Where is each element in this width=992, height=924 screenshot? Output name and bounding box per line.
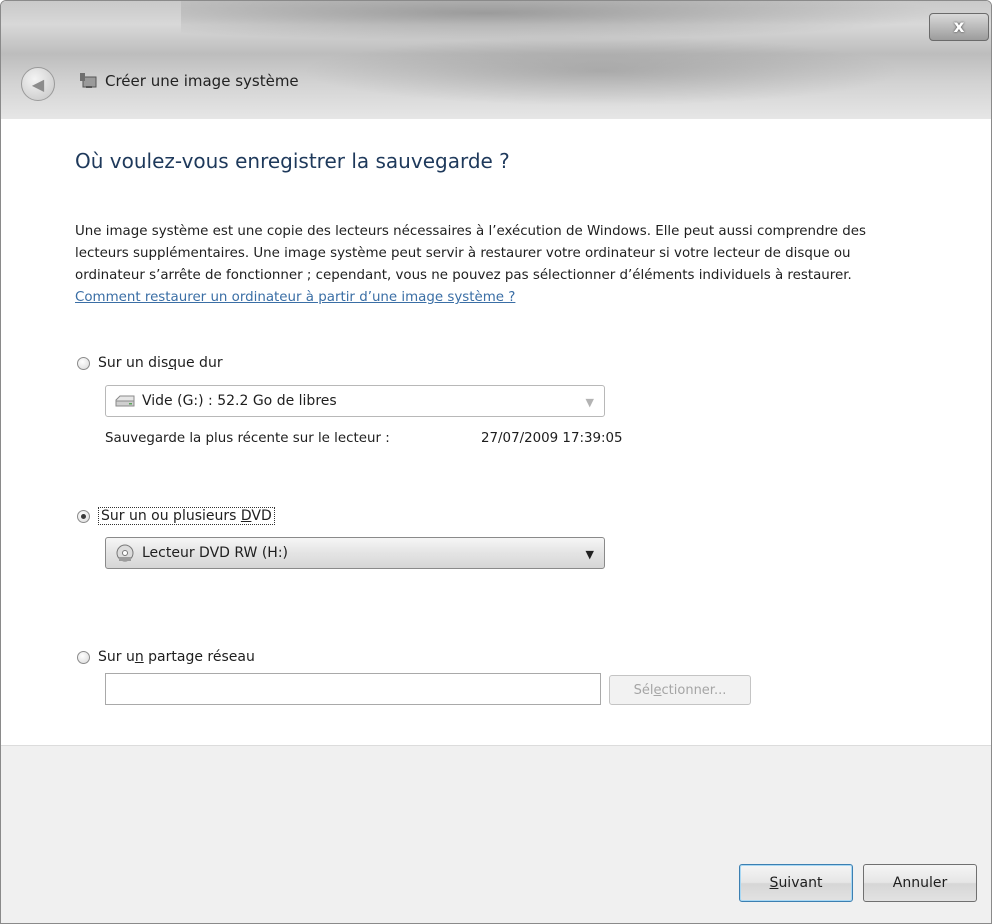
option-network-share-label: Sur un partage réseau [98, 649, 255, 665]
wizard-footer: Suivant Annuler [1, 745, 991, 923]
help-link[interactable]: Comment restaurer un ordinateur à partir… [75, 290, 515, 305]
create-system-image-window: x ◀ Créer une image système Où voulez-vo… [0, 0, 992, 924]
option-hard-disk[interactable]: Sur un disque dur [77, 355, 223, 371]
option-network-share[interactable]: Sur un partage réseau [77, 649, 255, 665]
description-text: Une image système est une copie des lect… [75, 221, 915, 309]
dvd-drive-icon [114, 544, 136, 562]
aero-glass-blur [181, 1, 941, 41]
hard-disk-dropdown-value: Vide (G:) : 52.2 Go de libres [142, 393, 337, 409]
last-backup-label: Sauvegarde la plus récente sur le lecteu… [105, 431, 390, 446]
back-button[interactable]: ◀ [21, 67, 55, 101]
hard-drive-icon [114, 393, 136, 409]
window-title: Créer une image système [105, 72, 299, 90]
description-body: Une image système est une copie des lect… [75, 224, 866, 283]
next-button[interactable]: Suivant [739, 864, 853, 902]
title-bar: x ◀ Créer une image système [1, 1, 991, 119]
select-network-button[interactable]: Sél e ctionner... [609, 675, 751, 705]
network-path-input[interactable] [105, 673, 601, 705]
option-hard-disk-label: Sur un disque dur [98, 355, 223, 371]
radio-hard-disk[interactable] [77, 356, 90, 370]
aero-glass-blur [301, 36, 901, 106]
chevron-down-icon: ▼ [585, 396, 594, 409]
dvd-dropdown[interactable]: Lecteur DVD RW (H:) ▼ [105, 537, 605, 569]
option-dvd[interactable]: Sur un ou plusieurs DVD [77, 507, 275, 525]
dvd-dropdown-value: Lecteur DVD RW (H:) [142, 545, 289, 561]
back-arrow-icon: ◀ [31, 74, 45, 94]
wizard-content: Où voulez-vous enregistrer la sauvegarde… [1, 119, 991, 745]
close-button[interactable]: x [929, 13, 989, 41]
hard-disk-dropdown[interactable]: Vide (G:) : 52.2 Go de libres ▼ [105, 385, 605, 417]
cancel-button[interactable]: Annuler [863, 864, 977, 902]
radio-network-share[interactable] [77, 650, 90, 664]
chevron-down-icon: ▼ [585, 548, 594, 561]
page-heading: Où voulez-vous enregistrer la sauvegarde… [75, 149, 510, 173]
system-image-icon [77, 71, 99, 91]
radio-dvd[interactable] [77, 509, 90, 523]
last-backup-value: 27/07/2009 17:39:05 [481, 431, 623, 446]
option-dvd-label: Sur un ou plusieurs DVD [98, 507, 275, 525]
